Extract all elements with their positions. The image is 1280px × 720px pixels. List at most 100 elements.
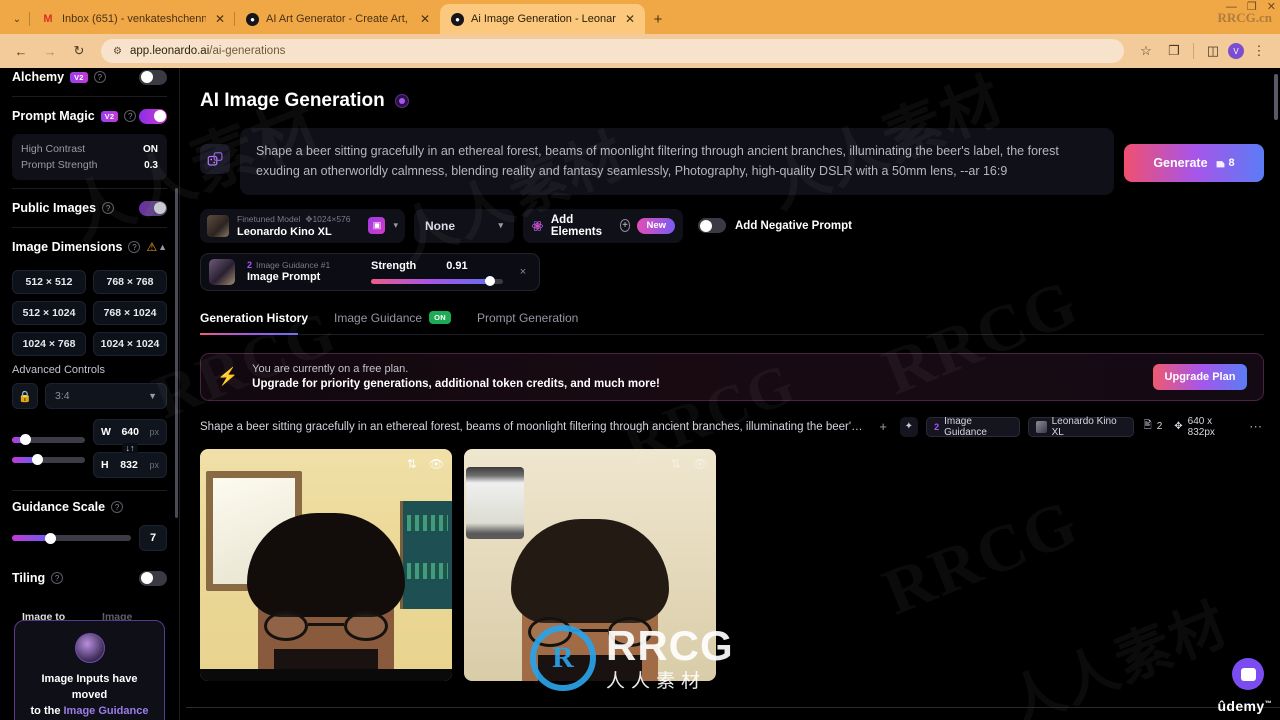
tab-prompt-generation[interactable]: Prompt Generation — [477, 311, 578, 334]
tab-generation-history[interactable]: Generation History — [200, 311, 308, 334]
profile-avatar[interactable]: V — [1228, 43, 1244, 59]
browser-tab-2[interactable]: ● AI Art Generator - Create Art, I ✕ — [234, 4, 440, 34]
add-elements-label: Add Elements — [550, 213, 603, 238]
image-dimensions-row[interactable]: Image Dimensions ? ⚠ ▲ — [12, 232, 167, 262]
guidance-scale-value[interactable]: 7 — [139, 525, 167, 551]
help-icon[interactable]: ? — [124, 110, 137, 122]
chip-image-guidance[interactable]: 2 Image Guidance — [926, 416, 1020, 438]
chevron-up-icon[interactable]: ▲ — [158, 242, 167, 252]
info-icon[interactable] — [394, 94, 409, 108]
tiling-toggle[interactable] — [139, 570, 167, 586]
tiling-row[interactable]: Tiling ? — [12, 563, 167, 593]
remove-guidance-icon[interactable]: × — [515, 266, 531, 278]
width-height-controls: W 640 px ↓↑ H 832 px — [12, 419, 167, 478]
public-images-row[interactable]: Public Images ? — [12, 193, 167, 223]
chip-model[interactable]: Leonardo Kino XL — [1027, 416, 1134, 438]
dice-icon[interactable] — [200, 144, 230, 174]
dimension-sliders — [12, 434, 85, 465]
generation-prompt-summary[interactable]: Shape a beer sitting gracefully in an et… — [200, 421, 867, 433]
image-guidance-card[interactable]: 2 Image Guidance #1 Image Prompt Strengt… — [200, 252, 540, 291]
model-thumbnail — [207, 214, 229, 237]
advanced-controls-title: Advanced Controls — [12, 364, 105, 376]
height-unit: px — [149, 460, 159, 470]
negative-prompt-control[interactable]: Add Negative Prompt — [692, 209, 852, 243]
divider — [12, 188, 167, 189]
chat-icon[interactable] — [1232, 658, 1264, 690]
close-icon[interactable]: ✕ — [213, 12, 227, 26]
help-icon[interactable]: ? — [93, 71, 106, 83]
browser-tab-3[interactable]: ● Ai Image Generation - Leonard ✕ — [440, 4, 645, 34]
image-inputs-moved-popover: Image Inputs have moved to the Image Gui… — [14, 620, 165, 720]
tab-image-guidance[interactable]: Image Guidance ON — [334, 311, 451, 334]
help-icon[interactable]: ? — [128, 241, 141, 253]
prompt-magic-row[interactable]: Prompt Magic V2 ? — [12, 101, 167, 131]
alchemy-row[interactable]: Alchemy V2 ? — [12, 68, 167, 92]
lock-icon[interactable]: 🔒 — [12, 383, 38, 409]
generate-button[interactable]: Generate 8 — [1124, 144, 1264, 182]
height-slider[interactable] — [12, 454, 85, 465]
prompt-input[interactable]: Shape a beer sitting gracefully in an et… — [240, 128, 1114, 195]
dimension-preset-button[interactable]: 1024 × 768 — [12, 332, 86, 356]
upgrade-plan-button[interactable]: Upgrade Plan — [1153, 363, 1247, 390]
eye-icon[interactable]: 👁 — [693, 457, 708, 471]
sidebar-scrollbar[interactable] — [175, 188, 178, 518]
pin-icon[interactable]: ✦ — [899, 416, 919, 437]
eye-icon[interactable]: 👁 — [429, 457, 444, 471]
option-row[interactable]: High Contrast ON — [21, 141, 158, 157]
plus-icon[interactable]: + — [619, 219, 631, 232]
option-row[interactable]: Prompt Strength 0.3 — [21, 157, 158, 173]
dimension-preset-button[interactable]: 768 × 1024 — [93, 301, 167, 325]
back-icon[interactable]: ← — [8, 38, 34, 64]
generated-image-1[interactable]: ⇅ 👁 — [200, 448, 452, 681]
strength-slider[interactable] — [371, 276, 503, 286]
bookmark-icon[interactable]: ☆ — [1133, 38, 1159, 64]
chevron-down-icon[interactable]: ▾ — [393, 220, 398, 231]
negative-prompt-toggle[interactable] — [698, 218, 726, 233]
width-slider[interactable] — [12, 434, 85, 445]
site-settings-icon[interactable]: ⚙ — [113, 46, 122, 57]
image-actions: ⇅ 👁 — [407, 457, 444, 471]
banner-text: You are currently on a free plan. Upgrad… — [252, 363, 1139, 390]
add-elements-button[interactable]: Add Elements + New — [523, 208, 683, 243]
new-tab-button[interactable]: + — [645, 4, 671, 34]
browser-tab-1[interactable]: M Inbox (651) - venkateshchennu ✕ — [29, 4, 235, 34]
add-icon[interactable]: + — [875, 419, 892, 434]
public-images-toggle[interactable] — [139, 200, 167, 216]
generate-label: Generate — [1153, 156, 1208, 170]
browser-menu-icon[interactable]: ⋮ — [1246, 38, 1272, 64]
aspect-ratio-select[interactable]: 3:4 ▼ — [45, 383, 167, 409]
dimension-preset-button[interactable]: 512 × 512 — [12, 270, 86, 294]
upscale-icon[interactable]: ⇅ — [671, 457, 681, 471]
reload-icon[interactable]: ↻ — [66, 38, 92, 64]
main-scrollbar[interactable] — [1274, 74, 1278, 120]
tab-search-icon[interactable]: ⌄ — [4, 4, 30, 34]
model-selector[interactable]: Finetuned Model ✥1024×576 Leonardo Kino … — [200, 208, 405, 243]
dimension-preset-button[interactable]: 512 × 1024 — [12, 301, 86, 325]
forward-icon[interactable]: → — [37, 38, 63, 64]
swap-dimensions-icon[interactable]: ↓↑ — [122, 443, 138, 453]
side-panel-icon[interactable]: ◫ — [1200, 38, 1226, 64]
help-icon[interactable]: ? — [111, 501, 124, 513]
address-bar-url: app.leonardo.ai/ai-generations — [129, 45, 286, 57]
guidance-scale-slider[interactable] — [12, 532, 131, 544]
close-icon[interactable]: ✕ — [623, 12, 637, 26]
guidance-thumbnail[interactable] — [209, 258, 235, 285]
upscale-icon[interactable]: ⇅ — [407, 457, 417, 471]
glasses-shape — [264, 610, 388, 641]
alchemy-label: Alchemy — [12, 70, 65, 84]
width-value: 640 — [121, 426, 139, 438]
dimension-preset-button[interactable]: 768 × 768 — [93, 270, 167, 294]
help-icon[interactable]: ? — [102, 202, 115, 214]
dimension-preset-button[interactable]: 1024 × 1024 — [93, 332, 167, 356]
extensions-icon[interactable]: ❐ — [1161, 38, 1187, 64]
help-icon[interactable]: ? — [51, 572, 64, 584]
width-field[interactable]: W 640 px — [93, 419, 167, 445]
more-options-icon[interactable]: ⋯ — [1247, 419, 1264, 435]
image-dimensions-label: Image Dimensions — [12, 240, 123, 254]
address-bar[interactable]: ⚙ app.leonardo.ai/ai-generations — [101, 39, 1124, 63]
close-icon[interactable]: ✕ — [418, 12, 432, 26]
height-field[interactable]: H 832 px — [93, 452, 167, 478]
alchemy-toggle[interactable] — [139, 69, 167, 85]
preset-selector[interactable]: None ▾ — [414, 208, 514, 243]
prompt-magic-toggle[interactable] — [139, 108, 167, 124]
